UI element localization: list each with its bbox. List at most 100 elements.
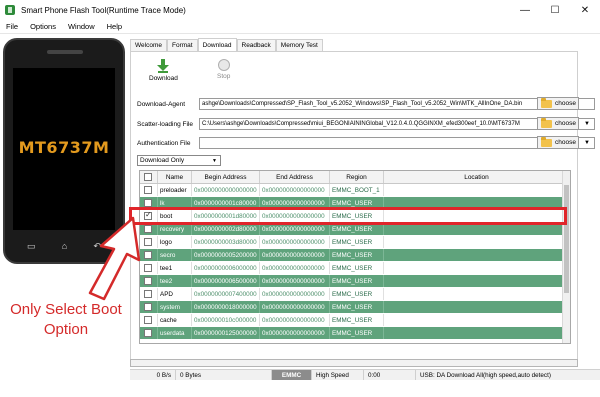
minimize-button[interactable]: — — [510, 0, 540, 20]
cell-location[interactable] — [384, 197, 570, 209]
cell-begin-address: 0x0000000125000000 — [192, 327, 260, 339]
table-row[interactable]: tee2 0x0000000006500000 0x0000000000000000… — [140, 275, 570, 288]
table-row[interactable]: boot0x0000000001d800000x0000000000000000… — [140, 210, 570, 223]
cell-location[interactable] — [384, 184, 570, 196]
row-checkbox[interactable] — [144, 303, 152, 311]
row-checkbox[interactable] — [144, 210, 152, 220]
choose-da-button[interactable]: choose — [537, 97, 579, 110]
scatter-value: C:\Users\ashge\Downloads\Compressed\miui… — [202, 121, 520, 127]
cell-location[interactable] — [384, 210, 570, 222]
download-mode-value: Download Only — [140, 157, 185, 164]
row-checkbox[interactable] — [144, 264, 152, 272]
row-checkbox[interactable] — [144, 277, 152, 285]
menu-file[interactable]: File — [6, 22, 18, 31]
folder-icon — [541, 136, 552, 147]
progress-bar — [130, 359, 578, 367]
download-tab-body: Download Stop Download-Agent ashge\Downl… — [130, 51, 595, 361]
table-row[interactable]: APD 0x0000000007400000 0x0000000000000000 E… — [140, 288, 570, 301]
table-row[interactable]: system 0x0000000018000000 0x00000000000000… — [140, 301, 570, 314]
row-checkbox[interactable] — [144, 316, 152, 324]
cell-begin-address: 0x0000000003d80000 — [192, 236, 260, 248]
row-checkbox-cell — [140, 184, 158, 196]
table-row[interactable]: logo 0x0000000003d80000 0x0000000000000000… — [140, 236, 570, 249]
header-name: Name — [158, 171, 192, 183]
cell-region: EMMC_USER — [330, 236, 384, 248]
auth-dropdown-icon[interactable]: ▼ — [582, 138, 592, 148]
choose-auth-button[interactable]: choose — [537, 136, 579, 149]
row-checkbox[interactable] — [144, 225, 152, 233]
download-button[interactable]: Download — [149, 59, 178, 82]
menu-bar: File Options Window Help — [0, 20, 600, 34]
row-checkbox[interactable] — [144, 251, 152, 259]
tab-memory-test[interactable]: Memory Test — [275, 39, 323, 51]
table-row[interactable]: secro 0x0000000005200000 0x000000000000000… — [140, 249, 570, 262]
download-agent-value: ashge\Downloads\Compressed\SP_Flash_Tool… — [202, 101, 523, 107]
scatter-dropdown-icon[interactable]: ▼ — [582, 119, 592, 129]
row-checkbox[interactable] — [144, 290, 152, 298]
menu-options[interactable]: Options — [30, 22, 56, 31]
cell-location[interactable] — [384, 223, 570, 235]
row-checkbox[interactable] — [144, 238, 152, 246]
table-row[interactable]: recovery 0x0000000002d80000 0x000000000000… — [140, 223, 570, 236]
header-location: Location — [384, 171, 570, 183]
cell-location[interactable] — [384, 275, 570, 287]
table-row[interactable]: preloader 0x0000000000000000 0x00000000000… — [140, 184, 570, 197]
cell-end-address: 0x0000000000000000 — [260, 249, 330, 261]
tab-readback[interactable]: Readback — [236, 39, 276, 51]
close-button[interactable]: ✕ — [570, 0, 600, 20]
tab-format[interactable]: Format — [166, 39, 198, 51]
cell-end-address: 0x0000000000000000 — [260, 327, 330, 339]
cell-location[interactable] — [384, 314, 570, 326]
tab-welcome[interactable]: Welcome — [130, 39, 167, 51]
tab-strip: Welcome Format Download Readback Memory … — [130, 38, 323, 51]
cell-region: EMMC_USER — [330, 249, 384, 261]
scatter-field[interactable]: C:\Users\ashge\Downloads\Compressed\miui… — [199, 118, 595, 130]
cell-region: EMMC_BOOT_1 — [330, 184, 384, 196]
cell-region: EMMC_USER — [330, 288, 384, 300]
title-bar: Smart Phone Flash Tool(Runtime Trace Mod… — [0, 0, 600, 20]
cell-region: EMMC_USER — [330, 223, 384, 235]
tab-download[interactable]: Download — [197, 38, 237, 51]
cell-location[interactable] — [384, 262, 570, 274]
row-checkbox[interactable] — [144, 329, 152, 337]
download-agent-label: Download-Agent — [137, 100, 186, 108]
phone-keys: ▭ ⌂ ↶ — [13, 241, 115, 252]
download-mode-select[interactable]: Download Only ▼ — [137, 155, 221, 166]
cell-begin-address: 0x0000000001d80000 — [192, 210, 260, 222]
choose-scatter-button[interactable]: choose — [537, 117, 579, 130]
cell-end-address: 0x0000000000000000 — [260, 197, 330, 209]
download-agent-field[interactable]: ashge\Downloads\Compressed\SP_Flash_Tool… — [199, 98, 595, 110]
window-controls: — ☐ ✕ — [510, 0, 600, 20]
maximize-button[interactable]: ☐ — [540, 0, 570, 20]
table-scrollbar[interactable] — [562, 171, 570, 343]
scrollbar-thumb[interactable] — [564, 185, 569, 293]
table-row[interactable]: cache 0x000000010c000000 0x000000000000000… — [140, 314, 570, 327]
status-time: 0:00 — [364, 369, 416, 381]
table-row[interactable]: userdata 0x0000000125000000 0x000000000000… — [140, 327, 570, 340]
stop-button[interactable]: Stop — [217, 59, 230, 80]
back-key-icon: ↶ — [93, 241, 101, 251]
menu-window[interactable]: Window — [68, 22, 95, 31]
status-mode: High Speed — [312, 369, 364, 381]
row-checkbox-cell — [140, 249, 158, 261]
row-checkbox[interactable] — [144, 199, 152, 207]
cell-location[interactable] — [384, 249, 570, 261]
row-checkbox-cell — [140, 327, 158, 339]
cell-location[interactable] — [384, 327, 570, 339]
table-row[interactable]: tee1 0x0000000006000000 0x0000000000000000… — [140, 262, 570, 275]
phone-speaker — [47, 50, 83, 54]
phone-model-label: MT6737M — [18, 138, 110, 157]
cell-location[interactable] — [384, 236, 570, 248]
choose-scatter-label: choose — [555, 120, 576, 127]
cell-location[interactable] — [384, 301, 570, 313]
row-checkbox[interactable] — [144, 186, 152, 194]
cell-location[interactable] — [384, 288, 570, 300]
select-all-checkbox[interactable] — [144, 173, 152, 181]
status-bytes: 0 Bytes — [176, 369, 272, 381]
cell-end-address: 0x0000000000000000 — [260, 314, 330, 326]
window-title: Smart Phone Flash Tool(Runtime Trace Mod… — [21, 5, 186, 15]
row-checkbox-cell — [140, 223, 158, 235]
menu-help[interactable]: Help — [107, 22, 122, 31]
table-row[interactable]: lk 0x0000000001c80000 0x0000000000000000 EM… — [140, 197, 570, 210]
auth-field[interactable]: ▼ — [199, 137, 595, 149]
